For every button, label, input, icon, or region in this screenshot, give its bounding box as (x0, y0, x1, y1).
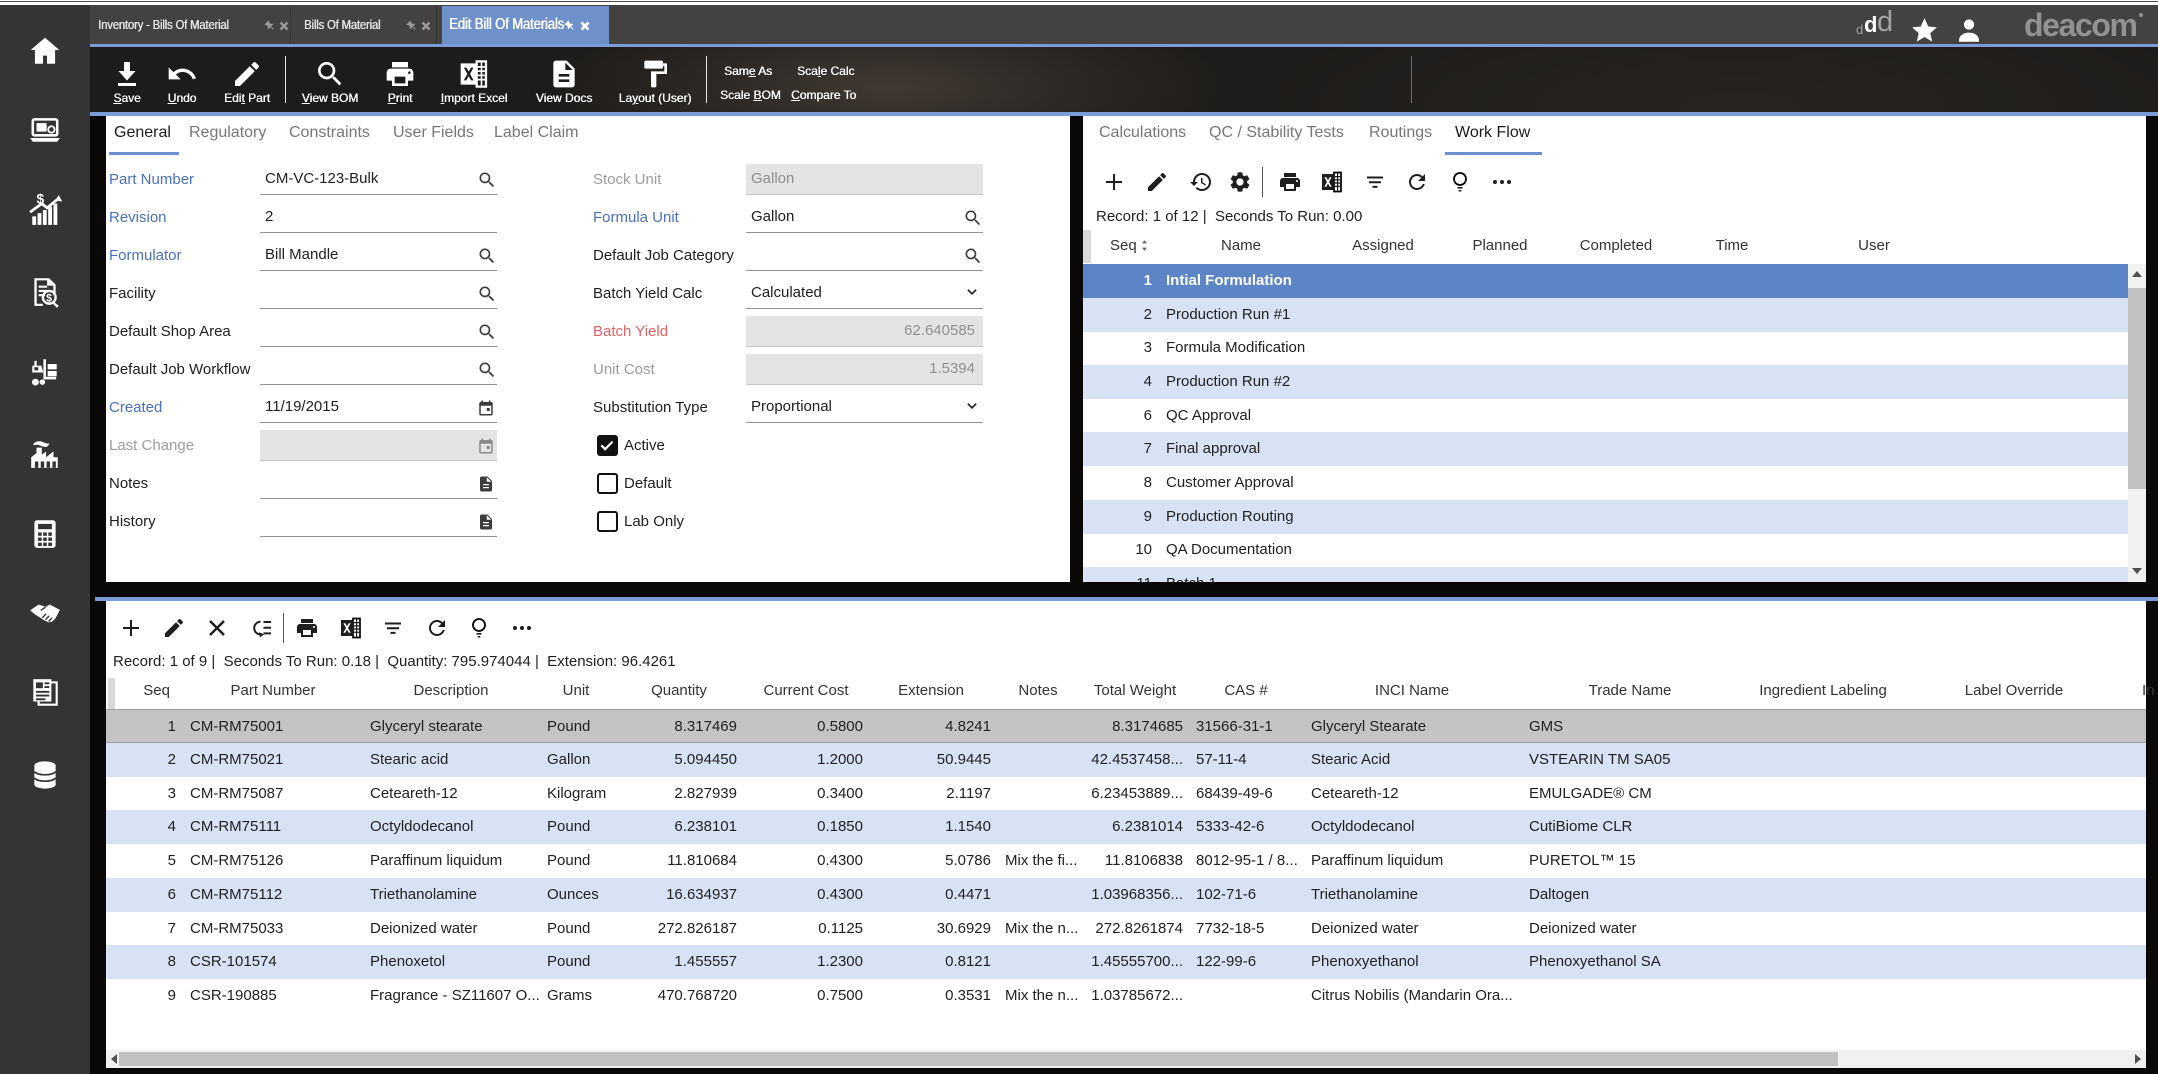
svg-text:$: $ (37, 193, 45, 207)
svg-text:$: $ (46, 293, 52, 305)
